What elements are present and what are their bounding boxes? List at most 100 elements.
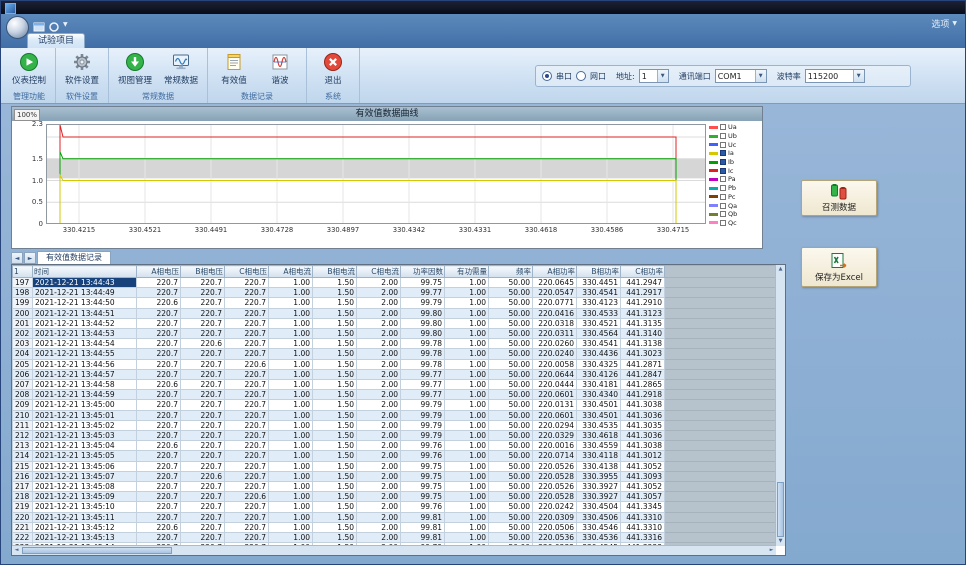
value-cell[interactable]: 1.50 bbox=[313, 502, 357, 512]
value-cell[interactable]: 1.00 bbox=[269, 420, 313, 430]
value-cell[interactable]: 220.7 bbox=[181, 278, 225, 288]
value-cell[interactable]: 1.00 bbox=[445, 420, 489, 430]
value-cell[interactable]: 50.00 bbox=[489, 369, 533, 379]
comm-port-dropdown-icon[interactable]: ▼ bbox=[755, 70, 766, 82]
value-cell[interactable]: 220.6 bbox=[225, 359, 269, 369]
time-cell[interactable]: 2021-12-21 13:44:52 bbox=[33, 318, 137, 328]
time-cell[interactable]: 2021-12-21 13:45:12 bbox=[33, 522, 137, 532]
value-cell[interactable]: 1.00 bbox=[269, 329, 313, 339]
value-cell[interactable]: 1.00 bbox=[445, 492, 489, 502]
value-cell[interactable]: 220.7 bbox=[137, 359, 181, 369]
value-cell[interactable]: 2.00 bbox=[357, 451, 401, 461]
value-cell[interactable]: 220.0329 bbox=[533, 431, 577, 441]
value-cell[interactable]: 220.7 bbox=[225, 533, 269, 543]
value-cell[interactable]: 1.00 bbox=[445, 502, 489, 512]
time-cell[interactable]: 2021-12-21 13:44:49 bbox=[33, 288, 137, 298]
value-cell[interactable]: 220.7 bbox=[137, 339, 181, 349]
value-cell[interactable]: 330.4138 bbox=[577, 461, 621, 471]
value-cell[interactable]: 220.7 bbox=[225, 512, 269, 522]
value-cell[interactable]: 441.3038 bbox=[621, 441, 665, 451]
address-dropdown-icon[interactable]: ▼ bbox=[657, 70, 668, 82]
value-cell[interactable]: 220.7 bbox=[137, 329, 181, 339]
value-cell[interactable]: 99.77 bbox=[401, 380, 445, 390]
value-cell[interactable]: 330.4123 bbox=[577, 298, 621, 308]
value-cell[interactable]: 441.3140 bbox=[621, 329, 665, 339]
value-cell[interactable]: 1.00 bbox=[269, 461, 313, 471]
address-select[interactable]: 1 ▼ bbox=[639, 69, 669, 83]
legend-checkbox-Uc[interactable] bbox=[720, 142, 726, 148]
value-cell[interactable]: 220.7 bbox=[225, 339, 269, 349]
row-number-cell[interactable]: 214 bbox=[13, 451, 33, 461]
value-cell[interactable]: 220.0416 bbox=[533, 308, 577, 318]
value-cell[interactable]: 2.00 bbox=[357, 359, 401, 369]
value-cell[interactable]: 441.3038 bbox=[621, 400, 665, 410]
value-cell[interactable]: 99.75 bbox=[401, 471, 445, 481]
value-cell[interactable]: 220.0601 bbox=[533, 390, 577, 400]
value-cell[interactable]: 1.50 bbox=[313, 318, 357, 328]
value-cell[interactable]: 220.7 bbox=[225, 380, 269, 390]
value-cell[interactable]: 99.79 bbox=[401, 420, 445, 430]
value-cell[interactable]: 220.7 bbox=[225, 308, 269, 318]
value-cell[interactable]: 220.7 bbox=[225, 410, 269, 420]
value-cell[interactable]: 2.00 bbox=[357, 400, 401, 410]
value-cell[interactable]: 220.7 bbox=[137, 420, 181, 430]
value-cell[interactable]: 1.50 bbox=[313, 369, 357, 379]
value-cell[interactable]: 1.00 bbox=[445, 318, 489, 328]
value-cell[interactable]: 50.00 bbox=[489, 278, 533, 288]
chart-zoom-indicator[interactable]: 100% bbox=[14, 109, 40, 121]
value-cell[interactable]: 1.00 bbox=[269, 492, 313, 502]
value-cell[interactable]: 99.78 bbox=[401, 339, 445, 349]
row-number-cell[interactable]: 218 bbox=[13, 492, 33, 502]
row-number-cell[interactable]: 208 bbox=[13, 390, 33, 400]
serial-port-radio[interactable] bbox=[542, 71, 552, 81]
value-cell[interactable]: 1.00 bbox=[445, 298, 489, 308]
value-cell[interactable]: 99.79 bbox=[401, 431, 445, 441]
value-cell[interactable]: 220.6 bbox=[137, 298, 181, 308]
row-number-cell[interactable]: 197 bbox=[13, 278, 33, 288]
legend-checkbox-Qc[interactable] bbox=[720, 220, 726, 226]
value-cell[interactable]: 220.7 bbox=[225, 288, 269, 298]
value-cell[interactable]: 441.3345 bbox=[621, 502, 665, 512]
value-cell[interactable]: 1.00 bbox=[269, 471, 313, 481]
row-number-cell[interactable]: 199 bbox=[13, 298, 33, 308]
legend-checkbox-Ub[interactable] bbox=[720, 133, 726, 139]
value-cell[interactable]: 330.4181 bbox=[577, 380, 621, 390]
save-excel-button[interactable]: 保存为Excel bbox=[801, 247, 877, 287]
value-cell[interactable]: 1.50 bbox=[313, 278, 357, 288]
value-cell[interactable]: 330.4126 bbox=[577, 369, 621, 379]
value-cell[interactable]: 1.50 bbox=[313, 492, 357, 502]
tab-test-project[interactable]: 试验项目 bbox=[27, 33, 85, 49]
value-cell[interactable]: 441.3052 bbox=[621, 461, 665, 471]
value-cell[interactable]: 220.7 bbox=[137, 431, 181, 441]
value-cell[interactable]: 220.7 bbox=[181, 502, 225, 512]
value-cell[interactable]: 2.00 bbox=[357, 390, 401, 400]
value-cell[interactable]: 2.00 bbox=[357, 329, 401, 339]
value-cell[interactable]: 220.0547 bbox=[533, 288, 577, 298]
legend-checkbox-Pb[interactable] bbox=[720, 185, 726, 191]
value-cell[interactable]: 220.7 bbox=[181, 482, 225, 492]
value-cell[interactable]: 1.50 bbox=[313, 308, 357, 318]
time-cell[interactable]: 2021-12-21 13:45:10 bbox=[33, 502, 137, 512]
value-cell[interactable]: 1.00 bbox=[269, 318, 313, 328]
value-cell[interactable]: 220.7 bbox=[181, 298, 225, 308]
value-cell[interactable]: 220.6 bbox=[181, 339, 225, 349]
value-cell[interactable]: 99.79 bbox=[401, 400, 445, 410]
value-cell[interactable]: 2.00 bbox=[357, 369, 401, 379]
value-cell[interactable]: 99.75 bbox=[401, 278, 445, 288]
value-cell[interactable]: 330.4521 bbox=[577, 318, 621, 328]
value-cell[interactable]: 2.00 bbox=[357, 533, 401, 543]
value-cell[interactable]: 1.00 bbox=[269, 410, 313, 420]
row-number-cell[interactable]: 222 bbox=[13, 533, 33, 543]
instrument-control-button[interactable]: 仪表控制 bbox=[6, 50, 52, 86]
value-cell[interactable]: 220.0528 bbox=[533, 492, 577, 502]
value-cell[interactable]: 220.7 bbox=[181, 308, 225, 318]
value-cell[interactable]: 50.00 bbox=[489, 318, 533, 328]
value-cell[interactable]: 220.7 bbox=[181, 380, 225, 390]
value-cell[interactable]: 441.3123 bbox=[621, 308, 665, 318]
value-cell[interactable]: 220.7 bbox=[181, 522, 225, 532]
value-cell[interactable]: 330.4436 bbox=[577, 349, 621, 359]
time-cell[interactable]: 2021-12-21 13:45:05 bbox=[33, 451, 137, 461]
value-cell[interactable]: 220.0309 bbox=[533, 512, 577, 522]
value-cell[interactable]: 1.50 bbox=[313, 298, 357, 308]
value-cell[interactable]: 220.0318 bbox=[533, 318, 577, 328]
